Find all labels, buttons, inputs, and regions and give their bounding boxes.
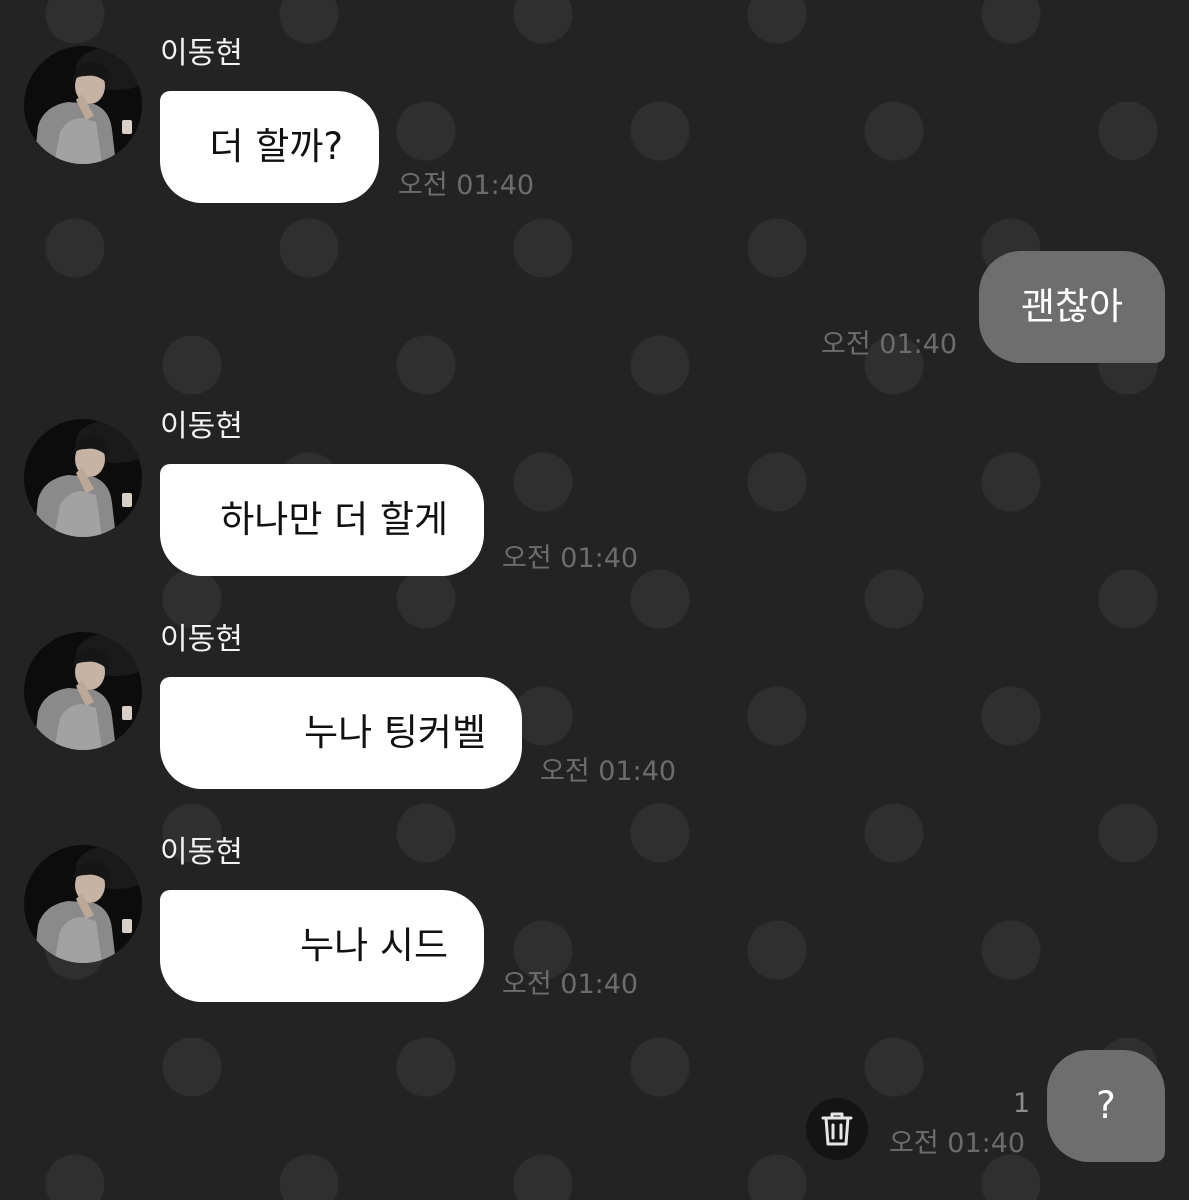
- sender-name: 이동현: [160, 36, 243, 71]
- message-timestamp: 오전 01:40: [821, 329, 958, 360]
- trash-icon: [821, 1112, 853, 1146]
- avatar[interactable]: [24, 845, 142, 963]
- message-timestamp: 오전 01:40: [502, 543, 639, 574]
- message-bubble-outgoing[interactable]: ?: [1047, 1050, 1165, 1162]
- profile-photo-icon: [24, 845, 142, 963]
- message-timestamp: 오전 01:40: [502, 969, 639, 1000]
- avatar[interactable]: [24, 46, 142, 164]
- profile-photo-icon: [24, 632, 142, 750]
- sender-name: 이동현: [160, 409, 243, 444]
- message-bubble-incoming[interactable]: 더 할까?: [160, 91, 379, 203]
- message-bubble-incoming[interactable]: 누나 시드: [160, 890, 484, 1002]
- message-timestamp: 오전 01:40: [889, 1128, 1026, 1159]
- message-timestamp: 오전 01:40: [398, 170, 535, 201]
- sender-name: 이동현: [160, 622, 243, 657]
- chat-screen: 이동현 더 할까? 오전 01:40 괜찮아 오전 01:40 이동현 하나만 …: [0, 0, 1189, 1200]
- message-bubble-outgoing[interactable]: 괜찮아: [979, 251, 1165, 363]
- delete-button[interactable]: [806, 1098, 868, 1160]
- avatar[interactable]: [24, 419, 142, 537]
- profile-photo-icon: [24, 419, 142, 537]
- unread-count: 1: [1013, 1088, 1031, 1119]
- avatar[interactable]: [24, 632, 142, 750]
- message-bubble-incoming[interactable]: 하나만 더 할게: [160, 464, 484, 576]
- message-bubble-incoming[interactable]: 누나 팅커벨: [160, 677, 522, 789]
- message-timestamp: 오전 01:40: [540, 756, 677, 787]
- profile-photo-icon: [24, 46, 142, 164]
- sender-name: 이동현: [160, 835, 243, 870]
